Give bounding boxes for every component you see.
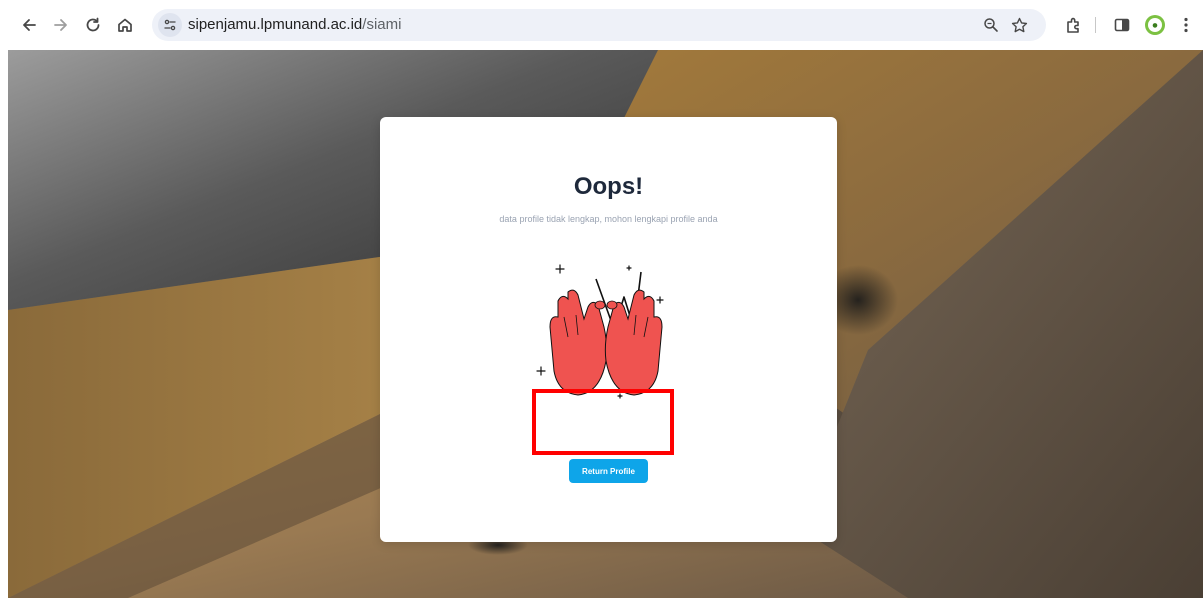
toolbar-divider (1095, 17, 1096, 33)
browser-toolbar: sipenjamu.lpmunand.ac.id/siami ● (0, 0, 1203, 50)
url-path: /siami (362, 16, 402, 33)
zoom-button[interactable] (982, 16, 1000, 34)
extensions-icon (1067, 17, 1079, 33)
site-info-icon (164, 19, 176, 31)
menu-button[interactable] (1177, 16, 1195, 34)
home-button[interactable] (116, 16, 134, 34)
profile-avatar-icon: ● (1148, 18, 1162, 32)
url-text[interactable]: sipenjamu.lpmunand.ac.id/siami (188, 17, 401, 33)
bookmark-star-icon (1011, 17, 1027, 32)
menu-kebab-icon (1184, 17, 1188, 33)
extensions-button[interactable] (1065, 16, 1083, 34)
forward-button[interactable] (52, 16, 70, 34)
back-arrow-icon (23, 19, 36, 31)
url-host: sipenjamu.lpmunand.ac.id (188, 16, 363, 33)
page-viewport: Oops! data profile tidak lengkap, mohon … (8, 50, 1203, 598)
page-title: Oops! (573, 173, 644, 200)
side-panel-icon (1114, 18, 1130, 32)
side-panel-button[interactable] (1113, 16, 1131, 34)
zoom-icon (984, 18, 998, 32)
highlight-annotation (532, 389, 674, 455)
back-button[interactable] (20, 16, 38, 34)
return-profile-button[interactable]: Return Profile (569, 459, 648, 483)
forward-arrow-icon (54, 19, 67, 31)
error-card: Oops! data profile tidak lengkap, mohon … (380, 117, 837, 542)
page-subtitle: data profile tidak lengkap, mohon lengka… (499, 214, 718, 224)
home-icon (118, 18, 132, 32)
site-info-button[interactable] (158, 13, 182, 37)
profile-avatar-button[interactable]: ● (1145, 15, 1165, 35)
hands-illustration-icon (536, 264, 664, 399)
reload-icon (86, 17, 100, 32)
bookmark-button[interactable] (1010, 16, 1028, 34)
address-bar[interactable]: sipenjamu.lpmunand.ac.id/siami (152, 9, 1046, 41)
reload-button[interactable] (84, 16, 102, 34)
